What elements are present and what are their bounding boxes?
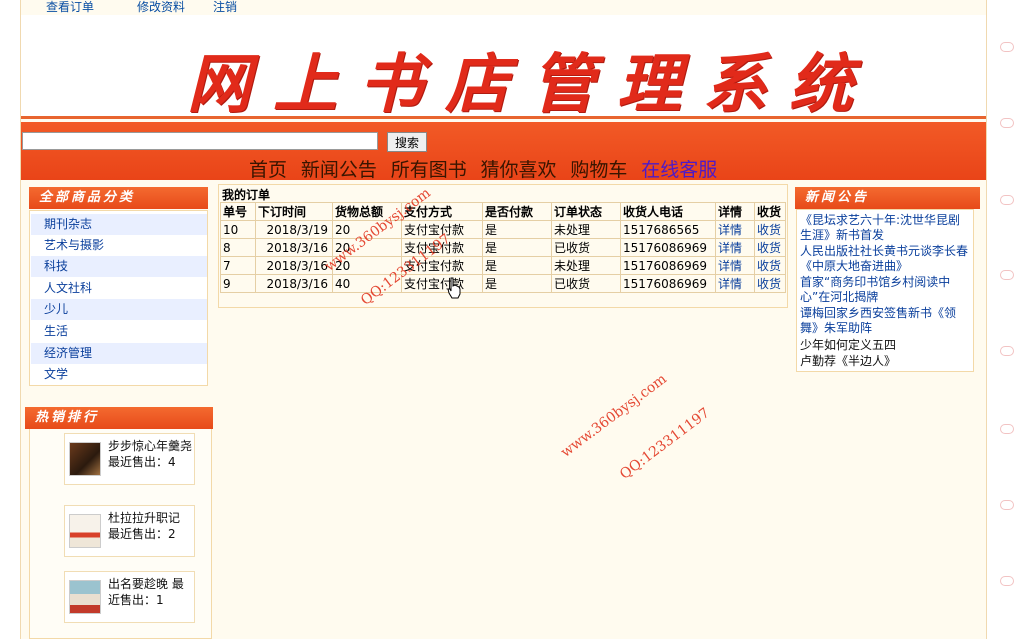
- nav-recommend[interactable]: 猜你喜欢: [481, 159, 557, 181]
- receive-link[interactable]: 收货: [754, 220, 786, 239]
- order-date: 2018/3/19: [255, 220, 333, 239]
- search-button[interactable]: 搜索: [387, 132, 427, 152]
- column-header: 单号: [220, 202, 256, 221]
- column-header: 是否付款: [482, 202, 552, 221]
- news-item-link[interactable]: 《昆坛求艺六十年:沈世华昆剧生涯》新书首发: [800, 213, 972, 243]
- hot-item[interactable]: 步步惊心年羹尧 最近售出：4: [64, 433, 195, 485]
- category-item[interactable]: 少儿: [31, 299, 207, 320]
- edit-profile-link[interactable]: 修改资料: [137, 0, 185, 15]
- details-link[interactable]: 详情: [715, 256, 755, 275]
- news-item-link[interactable]: 人民出版社社长黄书元谈李长春《中原大地奋进曲》: [800, 244, 972, 274]
- column-header: 详情: [715, 202, 755, 221]
- payment-method: 支付宝付款: [401, 274, 483, 293]
- page-frame: 查看订单 修改资料 注销 网上书店管理系统 搜索 首页 新闻公告 所有图书 猜你…: [20, 0, 987, 639]
- news-header: 新闻公告: [795, 187, 980, 209]
- cloud-icon: [1000, 576, 1014, 586]
- view-orders-link[interactable]: 查看订单: [46, 0, 94, 15]
- category-item[interactable]: 文学: [31, 364, 207, 385]
- cloud-icon: [1000, 500, 1014, 510]
- column-header: 下订时间: [255, 202, 333, 221]
- categories-header: 全部商品分类: [29, 187, 208, 209]
- column-header: 收货人电话: [620, 202, 716, 221]
- search-input[interactable]: [22, 132, 378, 150]
- nav-all-books[interactable]: 所有图书: [391, 159, 467, 181]
- table-row: 8 2018/3/16 20 支付宝付款 是 已收货 15176086969 详…: [220, 238, 786, 257]
- hot-item[interactable]: 杜拉拉升职记 最近售出：2: [64, 505, 195, 557]
- recipient-phone: 15176086969: [620, 238, 716, 257]
- order-id: 8: [220, 238, 256, 257]
- news-item-link[interactable]: 卢勤荐《半边人》: [800, 354, 972, 369]
- category-item[interactable]: 科技: [31, 256, 207, 277]
- table-row: 7 2018/3/16 20 支付宝付款 是 未处理 15176086969 详…: [220, 256, 786, 275]
- column-header: 订单状态: [551, 202, 621, 221]
- recipient-phone: 1517686565: [620, 220, 716, 239]
- table-header-row: 单号 下订时间 货物总额 支付方式 是否付款 订单状态 收货人电话 详情 收货: [220, 202, 786, 221]
- receive-link[interactable]: 收货: [754, 256, 786, 275]
- nav-band: 搜索 首页 新闻公告 所有图书 猜你喜欢 购物车 在线客服: [21, 122, 986, 182]
- orders-title: 我的订单: [222, 188, 271, 202]
- table-row: 10 2018/3/19 20 支付宝付款 是 未处理 1517686565 详…: [220, 220, 786, 239]
- order-status: 已收货: [551, 238, 621, 257]
- my-orders-panel: 我的订单 单号 下订时间 货物总额 支付方式 是否付款 订单状态 收货人电话 详…: [218, 184, 788, 308]
- nav-news[interactable]: 新闻公告: [301, 159, 377, 181]
- orders-table: 单号 下订时间 货物总额 支付方式 是否付款 订单状态 收货人电话 详情 收货 …: [220, 202, 786, 293]
- news-item-link[interactable]: 少年如何定义五四: [800, 338, 972, 353]
- hot-list: 步步惊心年羹尧 最近售出：4 杜拉拉升职记 最近售出：2 出名要趁晚 最近售出：…: [29, 429, 212, 639]
- table-row: 9 2018/3/16 40 支付宝付款 是 已收货 15176086969 详…: [220, 274, 786, 293]
- category-item[interactable]: 艺术与摄影: [31, 235, 207, 256]
- news-item-link[interactable]: 谭梅回家乡西安签售新书《领舞》朱军助阵: [800, 306, 972, 336]
- nav-online-service[interactable]: 在线客服: [641, 159, 717, 181]
- order-status: 未处理: [551, 220, 621, 239]
- nav-home[interactable]: 首页: [249, 159, 287, 181]
- news-item-link[interactable]: 首家“商务印书馆乡村阅读中心”在河北揭牌: [800, 275, 972, 305]
- category-item[interactable]: 生活: [31, 321, 207, 342]
- news-list: 《昆坛求艺六十年:沈世华昆剧生涯》新书首发 人民出版社社长黄书元谈李长春《中原大…: [796, 209, 974, 372]
- category-item[interactable]: 人文社科: [31, 278, 207, 299]
- column-header: 收货: [754, 202, 786, 221]
- cloud-icon: [1000, 346, 1014, 356]
- cloud-icon: [1000, 270, 1014, 280]
- logout-link[interactable]: 注销: [213, 0, 237, 15]
- book-cover-image: [69, 442, 101, 476]
- cloud-icon: [1000, 195, 1014, 205]
- recipient-phone: 15176086969: [620, 274, 716, 293]
- nav-cart[interactable]: 购物车: [570, 159, 627, 181]
- paid-status: 是: [482, 256, 552, 275]
- category-list: 期刊杂志 艺术与摄影 科技 人文社科 少儿 生活 经济管理 文学: [29, 210, 208, 386]
- category-item[interactable]: 期刊杂志: [31, 214, 207, 235]
- details-link[interactable]: 详情: [715, 274, 755, 293]
- main-nav: 首页 新闻公告 所有图书 猜你喜欢 购物车 在线客服: [249, 155, 727, 182]
- banner-title: 网上书店管理系统: [187, 47, 875, 122]
- hot-item[interactable]: 出名要趁晚 最近售出：1: [64, 571, 195, 623]
- paid-status: 是: [482, 274, 552, 293]
- hand-cursor-icon: [447, 277, 461, 299]
- cloud-icon: [1000, 118, 1014, 128]
- order-date: 2018/3/16: [255, 256, 333, 275]
- order-status: 已收货: [551, 274, 621, 293]
- details-link[interactable]: 详情: [715, 238, 755, 257]
- receive-link[interactable]: 收货: [754, 274, 786, 293]
- book-cover-image: [69, 514, 101, 548]
- cloud-icon: [1000, 42, 1014, 52]
- order-id: 7: [220, 256, 256, 275]
- order-date: 2018/3/16: [255, 238, 333, 257]
- order-id: 9: [220, 274, 256, 293]
- order-date: 2018/3/16: [255, 274, 333, 293]
- receive-link[interactable]: 收货: [754, 238, 786, 257]
- details-link[interactable]: 详情: [715, 220, 755, 239]
- hot-header: 热销排行: [25, 407, 213, 429]
- category-item[interactable]: 经济管理: [31, 343, 207, 364]
- site-banner: 网上书店管理系统: [21, 15, 986, 122]
- hot-item-text: 杜拉拉升职记 最近售出：2: [108, 511, 181, 541]
- recipient-phone: 15176086969: [620, 256, 716, 275]
- order-status: 未处理: [551, 256, 621, 275]
- paid-status: 是: [482, 220, 552, 239]
- paid-status: 是: [482, 238, 552, 257]
- hot-item-text: 步步惊心年羹尧 最近售出：4: [108, 439, 193, 469]
- cloud-icon: [1000, 424, 1014, 434]
- book-cover-image: [69, 580, 101, 614]
- hot-item-text: 出名要趁晚 最近售出：1: [108, 577, 184, 607]
- order-id: 10: [220, 220, 256, 239]
